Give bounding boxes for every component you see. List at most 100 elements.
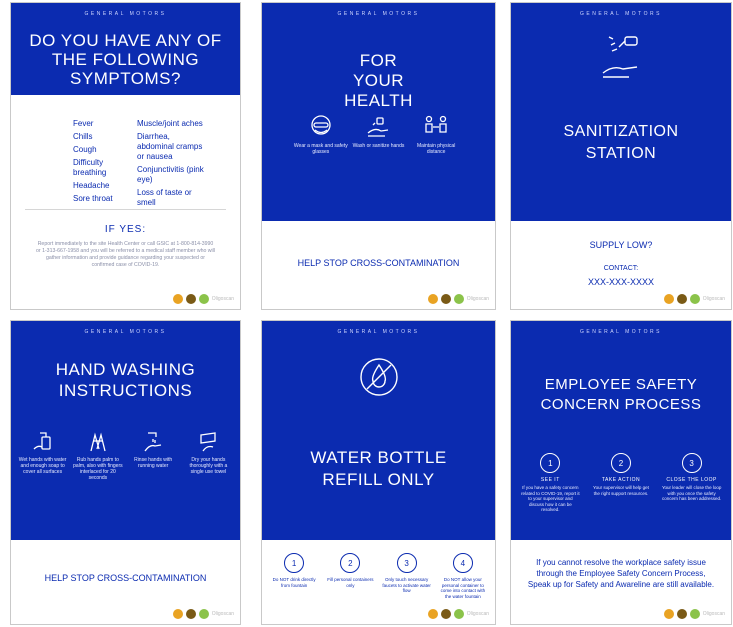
safety-steps: 1 SEE IT If you have a safety concern re…	[515, 453, 727, 513]
health-item: Wear a mask and safety glasses	[293, 115, 349, 155]
water-step: 3 Only touch necessary faucets to activa…	[382, 553, 432, 599]
poster-footer-text: HELP STOP CROSS-CONTAMINATION	[297, 258, 460, 268]
step-caption: Do NOT allow your personal container to …	[440, 577, 486, 599]
water-step: 2 Fill personal containers only	[325, 553, 375, 599]
logo-badge-icon	[427, 294, 438, 304]
safety-step: 3 CLOSE THE LOOP Your leader will close …	[662, 453, 722, 513]
brand-label: GENERAL MOTORS	[84, 11, 167, 17]
symptom-item: Diarrhea, abdominal cramps or nausea	[137, 132, 203, 161]
symptom-item: Muscle/joint aches	[137, 119, 203, 128]
logo-seal-icon	[440, 609, 451, 619]
icon-caption: Rinse hands with running water	[134, 457, 173, 469]
poster-hand-washing-header: GENERAL MOTORS HAND WASHING INSTRUCTIONS…	[11, 321, 240, 540]
icon-caption: Dry your hands thoroughly with a single …	[189, 457, 228, 475]
safety-step: 1 SEE IT If you have a safety concern re…	[520, 453, 580, 513]
if-yes-heading: IF YES:	[104, 224, 147, 235]
step-caption: If you have a safety concern related to …	[521, 485, 580, 512]
symptom-item: Chills	[73, 132, 93, 141]
step-heading: CLOSE THE LOOP	[666, 477, 717, 483]
logo-badge-icon	[427, 609, 438, 619]
spray-hand-icon	[602, 36, 638, 78]
divider	[25, 209, 226, 210]
poster-health-header: GENERAL MOTORS FOR YOUR HEALTH Wear a ma…	[262, 3, 495, 221]
poster-symptoms: GENERAL MOTORS DO YOU HAVE ANY OF THE FO…	[10, 2, 241, 310]
symptom-item: Loss of taste or smell	[137, 188, 192, 207]
step-number: 2	[340, 553, 361, 573]
symptom-item: Cough	[73, 145, 97, 154]
brand-label: GENERAL MOTORS	[337, 329, 420, 335]
logo-badge-icon	[663, 609, 674, 619]
brand-label: GENERAL MOTORS	[84, 329, 167, 335]
step-caption: Do NOT drink directly from fountain	[272, 577, 316, 588]
step-number: 3	[681, 453, 702, 473]
health-icon-row: Wear a mask and safety glasses Wash or s…	[262, 115, 495, 155]
logo-seal-icon	[676, 294, 687, 304]
hand-washing-step: Rinse hands with running water	[128, 431, 178, 481]
poster-title: WATER BOTTLE REFILL ONLY	[310, 448, 447, 489]
supply-low-text: SUPPLY LOW?	[589, 240, 653, 250]
symptom-list-right: Muscle/joint aches Diarrhea, abdominal c…	[137, 119, 207, 211]
logo-leaf-icon	[198, 609, 209, 619]
health-item: Maintain physical distance	[408, 115, 464, 155]
icon-caption: Wet hands with water and enough soap to …	[18, 457, 67, 475]
logo-wordmark: Oligoscan	[466, 611, 489, 617]
footer-logos: Oligoscan	[172, 294, 234, 304]
symptom-item: Headache	[73, 181, 110, 190]
symptom-item: Sore throat	[73, 194, 113, 203]
logo-leaf-icon	[689, 294, 700, 304]
logo-badge-icon	[663, 294, 674, 304]
footer-logos: Oligoscan	[427, 294, 489, 304]
logo-seal-icon	[185, 294, 196, 304]
poster-title: SANITIZATION STATION	[563, 123, 679, 162]
step-number: 2	[610, 453, 631, 473]
icon-caption: Wear a mask and safety glasses	[293, 143, 348, 155]
logo-leaf-icon	[689, 609, 700, 619]
distance-icon	[425, 115, 447, 133]
poster-water-bottle-header: GENERAL MOTORS WATER BOTTLE REFILL ONLY	[262, 321, 495, 540]
step-heading: TAKE ACTION	[601, 477, 641, 483]
poster-title: EMPLOYEE SAFETY CONCERN PROCESS	[540, 376, 702, 413]
mask-goggles-icon	[311, 115, 331, 135]
step-caption: Your leader will close the loop with you…	[661, 485, 722, 501]
logo-leaf-icon	[198, 294, 209, 304]
logo-wordmark: Oligoscan	[211, 611, 234, 617]
logo-leaf-icon	[453, 294, 464, 304]
poster-title: HAND WASHING INSTRUCTIONS	[55, 360, 196, 400]
symptom-list-left: Fever Chills Cough Difficulty breathing …	[73, 119, 123, 207]
icon-caption: Maintain physical distance	[416, 143, 456, 155]
instructions-text: Report immediately to the site Health Ce…	[36, 241, 215, 268]
step-heading: SEE IT	[540, 477, 560, 483]
safety-step: 2 TAKE ACTION Your supervisor will help …	[591, 453, 651, 513]
footer-logos: Oligoscan	[663, 609, 725, 619]
footer-logos: Oligoscan	[663, 294, 725, 304]
soap-dispenser-icon	[33, 432, 51, 450]
logo-seal-icon	[676, 609, 687, 619]
water-step: 4 Do NOT allow your personal container t…	[438, 553, 488, 599]
water-steps: 1 Do NOT drink directly from fountain 2 …	[266, 553, 491, 599]
rub-hands-icon	[90, 432, 106, 452]
hand-washing-step: Rub hands palm to palm, also with finger…	[73, 431, 123, 481]
step-number: 3	[396, 553, 417, 573]
health-item: Wash or sanitize hands	[350, 115, 406, 155]
poster-sanitization-header: GENERAL MOTORS SANITIZATION STATION	[511, 3, 731, 221]
symptom-item: Conjunctivitis (pink eye)	[137, 165, 204, 184]
poster-water-bottle: GENERAL MOTORS WATER BOTTLE REFILL ONLY …	[261, 320, 496, 625]
poster-title: DO YOU HAVE ANY OF THE FOLLOWING SYMPTOM…	[29, 31, 222, 88]
poster-title: FOR YOUR HEALTH	[344, 51, 413, 110]
logo-seal-icon	[440, 294, 451, 304]
paper-towel-icon	[200, 432, 217, 452]
water-step: 1 Do NOT drink directly from fountain	[269, 553, 319, 599]
poster-safety-concern: GENERAL MOTORS EMPLOYEE SAFETY CONCERN P…	[510, 320, 732, 625]
symptom-item: Fever	[73, 119, 94, 128]
step-caption: Only touch necessary faucets to activate…	[382, 577, 431, 593]
footer-logos: Oligoscan	[427, 609, 489, 619]
brand-label: GENERAL MOTORS	[580, 329, 662, 335]
logo-badge-icon	[172, 294, 183, 304]
logo-wordmark: Oligoscan	[466, 296, 489, 302]
step-number: 1	[540, 453, 561, 473]
step-number: 4	[452, 553, 473, 573]
step-caption: Your supervisor will help get the right …	[593, 485, 649, 496]
poster-sanitization: GENERAL MOTORS SANITIZATION STATION SUPP…	[510, 2, 732, 310]
contact-label: CONTACT:	[603, 265, 639, 272]
brand-label: GENERAL MOTORS	[580, 11, 662, 17]
